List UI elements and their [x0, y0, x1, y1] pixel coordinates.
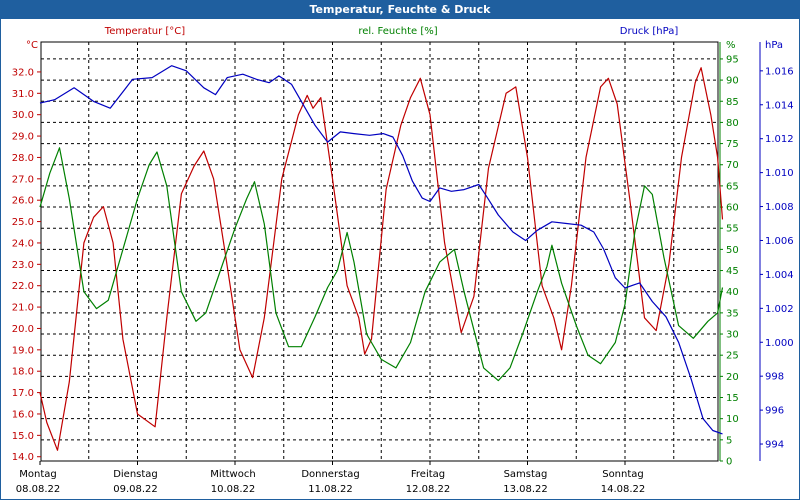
pressure-tick-label: 998: [765, 372, 784, 383]
humidity-tick-label: 10: [726, 414, 739, 425]
humidity-tick-label: 70: [726, 160, 739, 171]
humidity-tick-label: 85: [726, 97, 739, 108]
humidity-tick-label: 45: [726, 266, 739, 277]
temperature-tick-label: 19.0: [12, 345, 34, 356]
temperature-tick-label: 27.0: [12, 174, 34, 185]
x-tick-label-date: 08.08.22: [16, 484, 61, 495]
humidity-tick-label: 5: [726, 435, 732, 446]
temperature-tick-label: 23.0: [12, 260, 34, 271]
humidity-tick-label: 40: [726, 287, 739, 298]
x-tick-label-date: 11.08.22: [308, 484, 353, 495]
pressure-tick-label: 1.002: [765, 304, 794, 315]
temperature-tick-label: 21.0: [12, 303, 34, 314]
humidity-tick-label: 50: [726, 245, 739, 256]
x-tick-label-day: Dienstag: [113, 469, 158, 480]
humidity-tick-label: 20: [726, 372, 739, 383]
humidity-tick-label: 90: [726, 76, 739, 87]
humidity-tick-label: 35: [726, 308, 739, 319]
pressure-tick-label: 1.014: [765, 100, 794, 111]
legend-label-temperature: Temperatur [°C]: [104, 26, 185, 37]
pressure-tick-label: 1.010: [765, 168, 794, 179]
temperature-tick-label: 17.0: [12, 388, 34, 399]
humidity-tick-label: 80: [726, 118, 739, 129]
pressure-tick-label: 1.000: [765, 338, 794, 349]
x-tick-label-date: 13.08.22: [503, 484, 548, 495]
x-tick-label-day: Mittwoch: [210, 469, 255, 480]
temperature-tick-label: 32.0: [12, 67, 34, 78]
humidity-tick-label: 55: [726, 224, 739, 235]
temperature-tick-label: 15.0: [12, 431, 34, 442]
humidity-tick-label: 60: [726, 203, 739, 214]
x-tick-label-day: Donnerstag: [301, 469, 359, 480]
x-tick-label-day: Sonntag: [602, 469, 644, 480]
x-tick-label-day: Samstag: [504, 469, 548, 480]
temperature-tick-label: 30.0: [12, 110, 34, 121]
x-tick-label-date: 09.08.22: [113, 484, 158, 495]
humidity-tick-label: 75: [726, 139, 739, 150]
temperature-tick-label: 16.0: [12, 409, 34, 420]
temperature-tick-label: 20.0: [12, 324, 34, 335]
legend-label-pressure: Druck [hPa]: [620, 26, 679, 37]
humidity-axis-unit: %: [726, 40, 736, 51]
humidity-tick-label: 95: [726, 54, 739, 65]
humidity-tick-label: 25: [726, 351, 739, 362]
temperature-tick-label: 28.0: [12, 153, 34, 164]
temperature-tick-label: 14.0: [12, 452, 34, 463]
temperature-tick-label: 31.0: [12, 89, 34, 100]
pressure-tick-label: 996: [765, 406, 784, 417]
temperature-tick-label: 29.0: [12, 132, 34, 143]
temperature-tick-label: 22.0: [12, 281, 34, 292]
x-tick-label-date: 10.08.22: [211, 484, 256, 495]
temperature-axis-unit: °C: [26, 40, 38, 51]
chart-svg: 14.0 15.0 16.0 17.0 18.0 19.0 20.0 21.0 22.0 23.0…: [12, 26, 794, 495]
x-tick-label-day: Freitag: [411, 469, 445, 480]
pressure-axis-unit: hPa: [765, 40, 783, 51]
x-tick-label-date: 12.08.22: [406, 484, 451, 495]
temperature-tick-label: 18.0: [12, 367, 34, 378]
x-tick-label-day: Montag: [19, 469, 56, 480]
pressure-tick-label: 1.016: [765, 66, 794, 77]
humidity-tick-label: 30: [726, 330, 739, 341]
humidity-tick-label: 0: [726, 457, 732, 468]
humidity-tick-label: 15: [726, 393, 739, 404]
pressure-tick-label: 1.008: [765, 202, 794, 213]
temperature-tick-label: 25.0: [12, 217, 34, 228]
pressure-tick-label: 1.006: [765, 236, 794, 247]
x-tick-label-date: 14.08.22: [601, 484, 646, 495]
temperature-tick-label: 24.0: [12, 238, 34, 249]
legend-label-humidity: rel. Feuchte [%]: [358, 26, 437, 37]
pressure-tick-label: 1.004: [765, 270, 794, 281]
pressure-tick-label: 1.012: [765, 134, 794, 145]
pressure-tick-label: 994: [765, 440, 784, 451]
temperature-tick-label: 26.0: [12, 196, 34, 207]
humidity-tick-label: 65: [726, 181, 739, 192]
